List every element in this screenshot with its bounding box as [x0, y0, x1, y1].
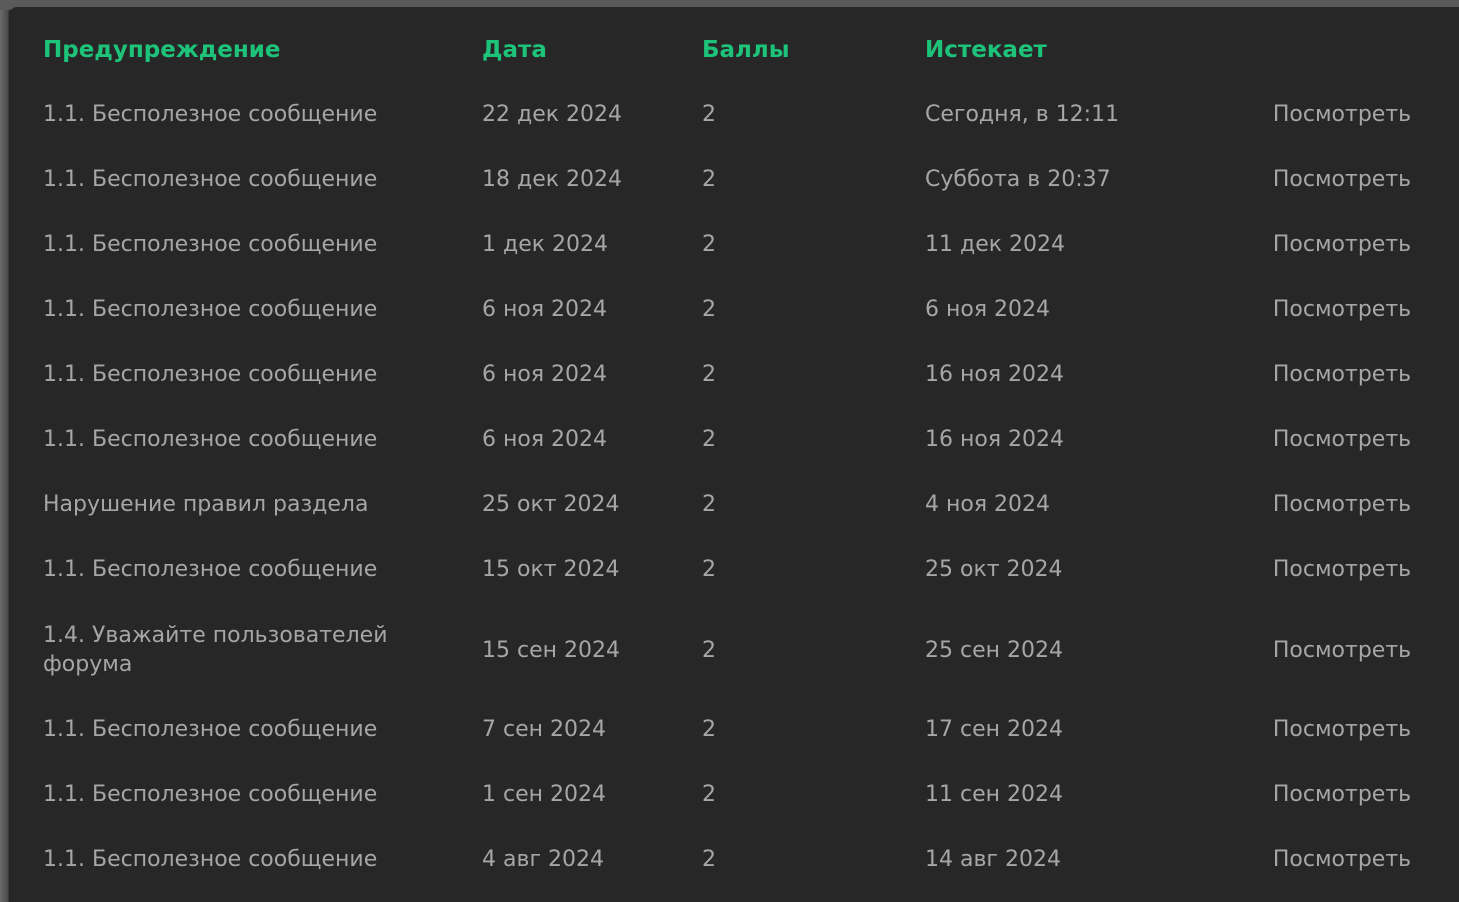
warning-expires: 25 сен 2024 [925, 638, 1063, 663]
table-row: 1.1. Бесполезное сообщение 6 ноя 2024 2 16 … [9, 360, 1459, 390]
warning-reason: 1.1. Бесполезное сообщение [43, 167, 378, 192]
warning-date: 6 ноя 2024 [482, 362, 608, 387]
table-row: 1.1. Бесполезное сообщение 6 ноя 2024 2 6 н… [9, 295, 1459, 325]
warning-expires: 11 дек 2024 [925, 232, 1066, 257]
view-button[interactable]: Посмотреть [1249, 165, 1435, 194]
warning-reason: 1.1. Бесполезное сообщение [43, 717, 378, 742]
warning-date: 25 окт 2024 [482, 492, 620, 517]
warning-reason: 1.1. Бесполезное сообщение [43, 232, 378, 257]
header-warning: Предупреждение [43, 37, 281, 63]
warning-date: 15 сен 2024 [482, 638, 620, 663]
view-button[interactable]: Посмотреть [1249, 295, 1435, 324]
warning-date: 18 дек 2024 [482, 167, 623, 192]
warning-date: 1 сен 2024 [482, 782, 606, 807]
warning-expires: 17 сен 2024 [925, 717, 1063, 742]
warning-date: 1 дек 2024 [482, 232, 609, 257]
table-row: 1.1. Бесполезное сообщение 18 дек 2024 2 Су… [9, 165, 1459, 195]
warning-expires: 4 ноя 2024 [925, 492, 1051, 517]
warning-points: 2 [702, 717, 716, 742]
warning-expires: 25 окт 2024 [925, 557, 1063, 582]
view-button[interactable]: Посмотреть [1249, 490, 1435, 519]
table-row: 1.1. Бесполезное сообщение 7 сен 2024 2 17 … [9, 715, 1459, 745]
table-row: Нарушение правил раздела 25 окт 2024 2 4 но… [9, 490, 1459, 520]
warning-reason: 1.1. Бесполезное сообщение [43, 847, 378, 872]
view-button[interactable]: Посмотреть [1249, 425, 1435, 454]
warning-reason: 1.1. Бесполезное сообщение [43, 782, 378, 807]
warning-expires: Сегодня, в 12:11 [925, 102, 1120, 127]
view-button[interactable]: Посмотреть [1249, 715, 1435, 744]
view-button[interactable]: Посмотреть [1249, 555, 1435, 584]
warnings-panel: Предупреждение Дата Баллы Истекает 1.1. … [9, 7, 1459, 902]
warning-points: 2 [702, 638, 716, 663]
view-button[interactable]: Посмотреть [1249, 230, 1435, 259]
view-button[interactable]: Посмотреть [1249, 636, 1435, 665]
warning-date: 15 окт 2024 [482, 557, 620, 582]
table-row: 1.1. Бесполезное сообщение 4 авг 2024 2 14 … [9, 845, 1459, 875]
warning-expires: 14 авг 2024 [925, 847, 1061, 872]
view-button[interactable]: Посмотреть [1249, 360, 1435, 389]
header-expires: Истекает [925, 37, 1047, 63]
warning-expires: 16 ноя 2024 [925, 427, 1065, 452]
warning-points: 2 [702, 102, 716, 127]
warning-points: 2 [702, 492, 716, 517]
header-points: Баллы [702, 37, 790, 63]
warning-points: 2 [702, 297, 716, 322]
table-row: 1.1. Бесполезное сообщение 1 сен 2024 2 11 … [9, 780, 1459, 810]
warning-date: 6 ноя 2024 [482, 297, 608, 322]
warning-points: 2 [702, 782, 716, 807]
warning-reason: Нарушение правил раздела [43, 492, 369, 517]
warning-date: 22 дек 2024 [482, 102, 623, 127]
warning-points: 2 [702, 167, 716, 192]
warning-date: 6 ноя 2024 [482, 427, 608, 452]
warning-points: 2 [702, 847, 716, 872]
view-button[interactable]: Посмотреть [1249, 845, 1435, 874]
warning-reason: 1.1. Бесполезное сообщение [43, 557, 378, 582]
warning-reason: 1.4. Уважайте пользователей форума [43, 623, 388, 677]
view-button[interactable]: Посмотреть [1249, 100, 1435, 129]
header-date: Дата [482, 37, 547, 63]
table-row: 1.4. Уважайте пользователей форума 15 сен… [9, 621, 1459, 679]
table-row: 1.1. Бесполезное сообщение 22 дек 2024 2 Се… [9, 100, 1459, 130]
table-row: 1.1. Бесполезное сообщение 6 ноя 2024 2 16 … [9, 425, 1459, 455]
warning-reason: 1.1. Бесполезное сообщение [43, 362, 378, 387]
warning-points: 2 [702, 362, 716, 387]
warning-reason: 1.1. Бесполезное сообщение [43, 427, 378, 452]
warning-expires: 6 ноя 2024 [925, 297, 1051, 322]
warning-expires: Суббота в 20:37 [925, 167, 1111, 192]
warning-points: 2 [702, 232, 716, 257]
warning-reason: 1.1. Бесполезное сообщение [43, 102, 378, 127]
warning-expires: 11 сен 2024 [925, 782, 1063, 807]
warning-points: 2 [702, 427, 716, 452]
warning-date: 7 сен 2024 [482, 717, 606, 742]
warning-date: 4 авг 2024 [482, 847, 604, 872]
warning-points: 2 [702, 557, 716, 582]
warning-reason: 1.1. Бесполезное сообщение [43, 297, 378, 322]
table-header: Предупреждение Дата Баллы Истекает [9, 35, 1459, 65]
warning-expires: 16 ноя 2024 [925, 362, 1065, 387]
view-button[interactable]: Посмотреть [1249, 780, 1435, 809]
table-row: 1.1. Бесполезное сообщение 1 дек 2024 2 11 … [9, 230, 1459, 260]
table-row: 1.1. Бесполезное сообщение 15 окт 2024 2 25… [9, 555, 1459, 585]
